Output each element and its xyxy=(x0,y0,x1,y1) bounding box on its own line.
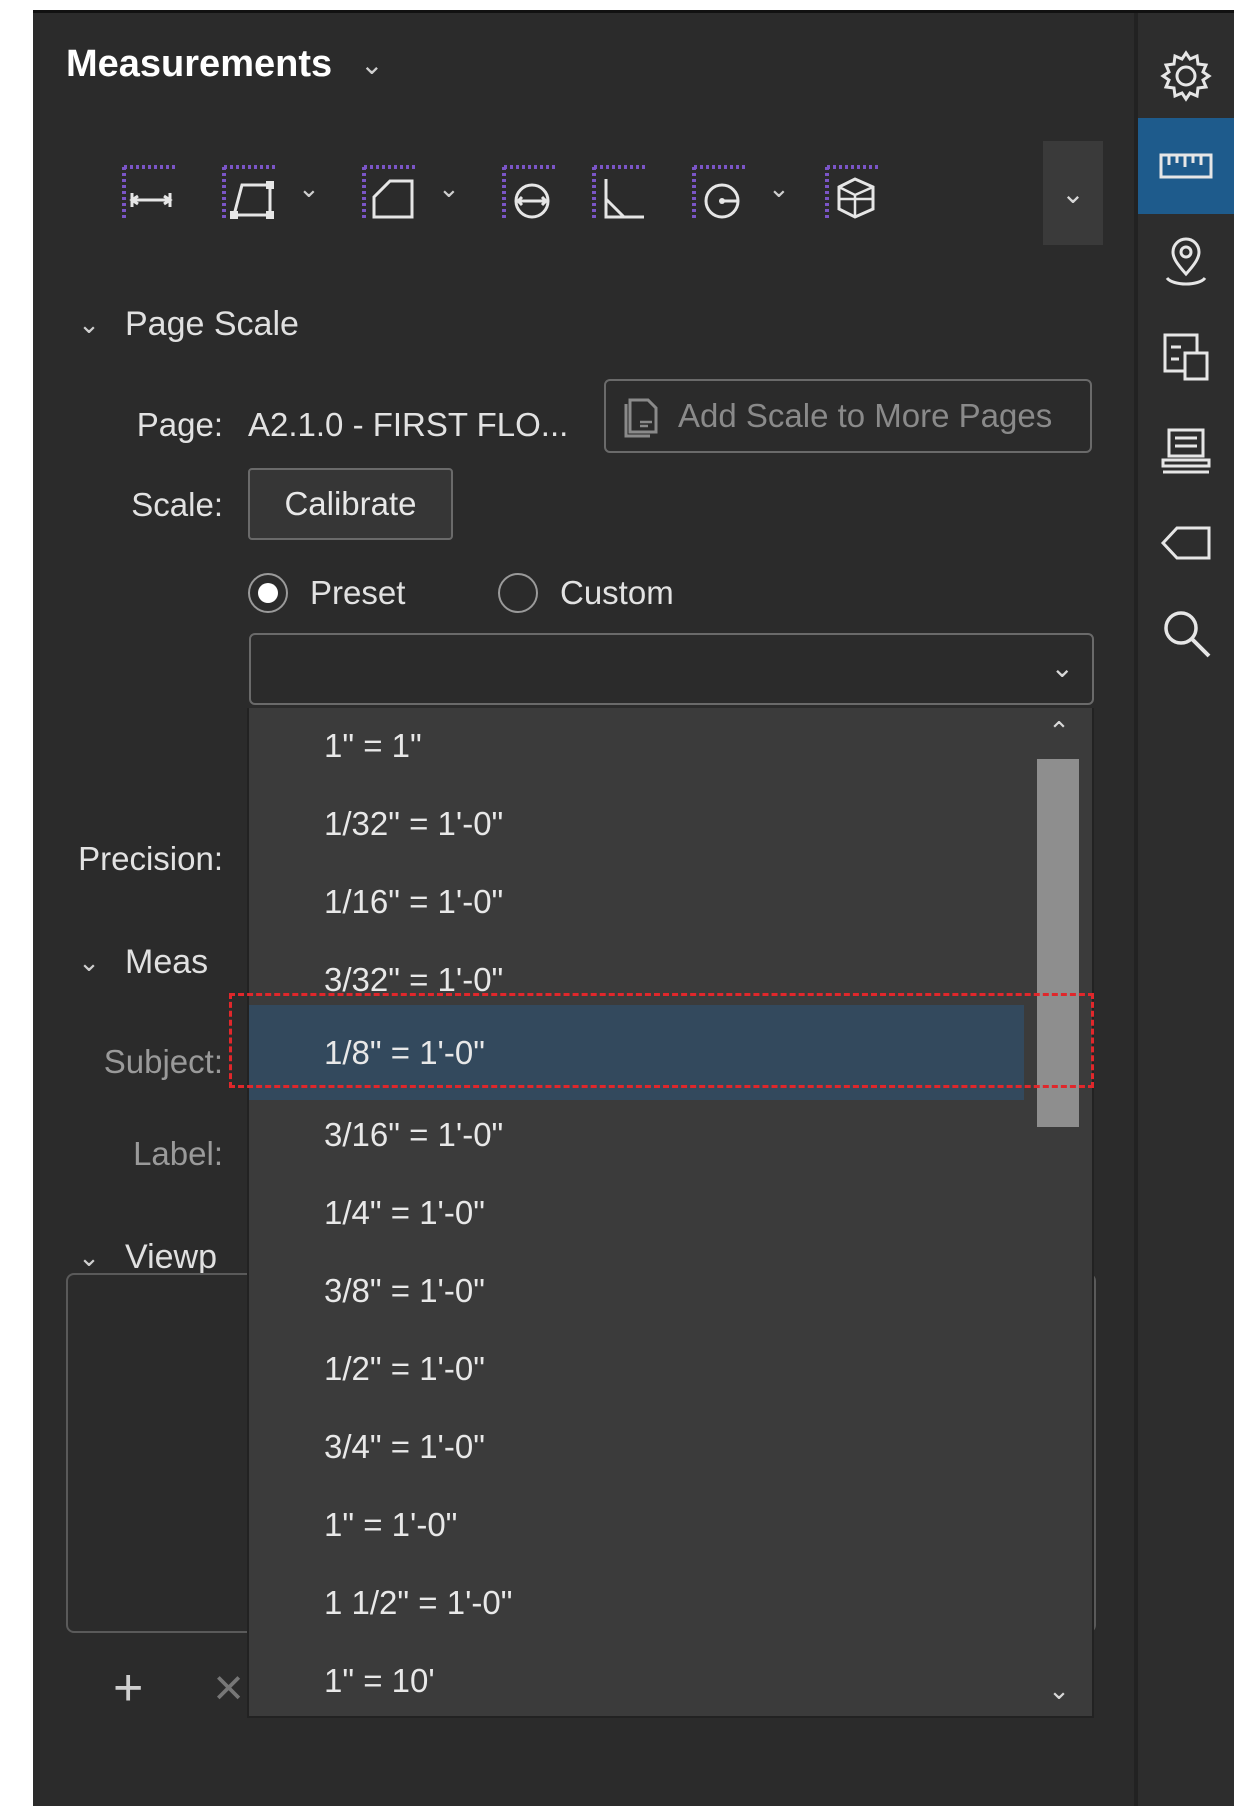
dropdown-option[interactable]: 1/2" = 1'-0" xyxy=(249,1331,1024,1407)
location-pin-icon xyxy=(1165,237,1207,286)
dropdown-scrollbar[interactable]: ⌃ ⌄ xyxy=(1029,708,1091,1716)
dropdown-option[interactable]: 3/16" = 1'-0" xyxy=(249,1097,1024,1173)
dropdown-option[interactable]: 1" = 1" xyxy=(249,708,1024,784)
volume-icon xyxy=(825,165,879,219)
compare-rail-button[interactable] xyxy=(1138,308,1234,404)
measurement-section-header[interactable]: ⌄ Meas xyxy=(53,943,208,982)
label-label: Label: xyxy=(133,1135,223,1172)
location-rail-button[interactable] xyxy=(1138,213,1234,309)
area-dropdown-chevron-icon[interactable]: ⌄ xyxy=(438,173,460,204)
dropdown-option[interactable]: 1 1/2" = 1'-0" xyxy=(249,1565,1024,1641)
dropdown-option[interactable]: 1" = 1'-0" xyxy=(249,1487,1024,1563)
measurement-toolbar: ⌄ ⌄ ⌄ xyxy=(93,151,1093,241)
section-title: Page Scale xyxy=(125,305,299,343)
dropdown-option[interactable]: 1/4" = 1'-0" xyxy=(249,1175,1024,1251)
measurements-panel: Measurements ⌄ ⌄ ⌄ ⌄ ⌄ ⌄ Page Scale Page… xyxy=(33,13,1134,1806)
settings-rail-button[interactable] xyxy=(1138,28,1234,124)
chevron-down-icon: ⌄ xyxy=(78,1242,100,1272)
right-tool-rail xyxy=(1134,13,1234,1806)
tag-icon xyxy=(1160,526,1211,560)
polylength-tool-button[interactable] xyxy=(218,159,282,225)
panel-title-text: Measurements xyxy=(66,43,333,85)
viewport-section-header[interactable]: ⌄ Viewp xyxy=(53,1238,217,1277)
gear-icon xyxy=(1160,50,1212,102)
stamp-rail-button[interactable] xyxy=(1138,403,1234,499)
polylength-icon xyxy=(222,165,276,219)
circle-icon xyxy=(692,165,746,219)
dropdown-option-selected[interactable]: 1/8" = 1'-0" xyxy=(249,1005,1024,1100)
dropdown-option[interactable]: 1/16" = 1'-0" xyxy=(249,864,1024,940)
chevron-down-icon: ⌄ xyxy=(1061,177,1085,209)
section-title: Viewp xyxy=(125,1238,217,1276)
page-value: A2.1.0 - FIRST FLO... xyxy=(248,406,569,443)
chevron-down-icon: ⌄ xyxy=(1050,652,1074,683)
scroll-down-icon[interactable]: ⌄ xyxy=(1029,1675,1089,1706)
toolbar-more-button[interactable]: ⌄ xyxy=(1043,141,1103,245)
precision-label: Precision: xyxy=(78,840,223,877)
custom-radio-label: Custom xyxy=(560,574,674,611)
calibrate-button[interactable]: Calibrate xyxy=(248,468,453,540)
circle-dropdown-chevron-icon[interactable]: ⌄ xyxy=(768,173,790,204)
pages-copy-icon xyxy=(624,398,658,438)
custom-radio[interactable]: Custom xyxy=(498,573,674,613)
scroll-up-icon[interactable]: ⌃ xyxy=(1029,716,1089,747)
area-tool-button[interactable] xyxy=(358,159,422,225)
chevron-down-icon: ⌄ xyxy=(78,309,100,339)
search-icon xyxy=(1164,611,1211,658)
chevron-down-icon: ⌄ xyxy=(78,947,100,977)
volume-tool-button[interactable] xyxy=(821,159,885,225)
chevron-down-icon: ⌄ xyxy=(360,49,384,80)
radio-selected-icon xyxy=(248,573,288,613)
subject-label: Subject: xyxy=(103,1043,223,1080)
app-window: Measurements ⌄ ⌄ ⌄ ⌄ ⌄ ⌄ Page Scale Page… xyxy=(33,10,1234,1806)
preset-radio-label: Preset xyxy=(310,574,406,611)
diameter-icon xyxy=(502,165,556,219)
compare-pages-icon xyxy=(1163,333,1209,381)
measurements-rail-button[interactable] xyxy=(1138,118,1234,214)
polylength-dropdown-chevron-icon[interactable]: ⌄ xyxy=(298,173,320,204)
circle-tool-button[interactable] xyxy=(688,159,752,225)
diameter-tool-button[interactable] xyxy=(498,159,562,225)
angle-tool-button[interactable] xyxy=(588,159,652,225)
stamp-icon xyxy=(1161,428,1211,474)
ruler-icon xyxy=(1159,153,1213,179)
section-title: Meas xyxy=(125,943,209,981)
add-scale-to-more-pages-button[interactable]: Add Scale to More Pages xyxy=(604,379,1092,453)
area-icon xyxy=(362,165,416,219)
scale-preset-select[interactable]: ⌄ xyxy=(249,633,1094,705)
tag-rail-button[interactable] xyxy=(1138,495,1234,591)
length-icon xyxy=(122,165,176,219)
angle-icon xyxy=(592,165,646,219)
page-label: Page: xyxy=(136,406,223,443)
page-scale-section-header[interactable]: ⌄ Page Scale xyxy=(53,305,299,344)
dropdown-option[interactable]: 1" = 10' xyxy=(249,1643,1024,1719)
dropdown-option[interactable]: 3/8" = 1'-0" xyxy=(249,1253,1024,1329)
add-scale-label: Add Scale to More Pages xyxy=(678,397,1053,434)
plus-icon[interactable]: + xyxy=(113,1658,143,1718)
viewport-actions: + × xyxy=(113,1658,244,1718)
scrollbar-thumb[interactable] xyxy=(1037,759,1079,1127)
search-rail-button[interactable] xyxy=(1138,585,1234,681)
preset-radio[interactable]: Preset xyxy=(248,573,405,613)
scale-label: Scale: xyxy=(131,486,223,523)
scale-dropdown-list: 1" = 1" 1/32" = 1'-0" 1/16" = 1'-0" 3/32… xyxy=(247,708,1094,1718)
panel-title[interactable]: Measurements ⌄ xyxy=(66,43,384,86)
dropdown-option[interactable]: 3/4" = 1'-0" xyxy=(249,1409,1024,1485)
length-tool-button[interactable] xyxy=(118,159,182,225)
close-icon[interactable]: × xyxy=(213,1658,243,1718)
dropdown-option[interactable]: 1/32" = 1'-0" xyxy=(249,786,1024,862)
radio-unselected-icon xyxy=(498,573,538,613)
